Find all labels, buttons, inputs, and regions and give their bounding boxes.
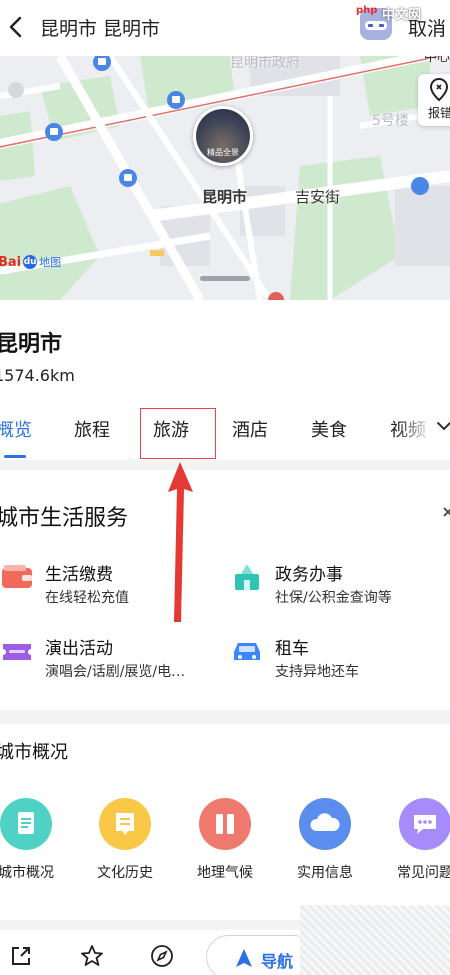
tab-itinerary[interactable]: 旅程 [74,416,110,442]
drag-handle[interactable] [200,276,250,281]
chat-icon [399,798,450,850]
search-query-title[interactable]: 昆明市 昆明市 [40,14,160,41]
compass-icon[interactable] [150,944,174,968]
map-label-street: 吉安街 [295,188,341,206]
blurred-region [300,905,450,975]
star-icon[interactable] [80,944,104,968]
map-label-city: 昆明市 [202,188,248,206]
ticket-icon [3,644,31,660]
navigation-arrow-icon [236,949,252,967]
map-label-building: 5号楼 [372,113,409,129]
overview-item-geography[interactable]: 地理气候 [180,798,270,882]
back-arrow-icon[interactable] [4,12,28,42]
top-search-bar: 昆明市 昆明市 php 中文网 取消 [0,0,450,56]
close-icon[interactable] [442,506,450,518]
report-error-button[interactable]: 报错 [418,74,450,126]
place-name: 昆明市 [0,332,63,357]
annotation-highlight-box [140,408,216,459]
baidu-map-logo: Bai du 地图 [0,254,62,270]
map-label-center: 中心 [424,56,450,65]
baidu-paw-icon: du [23,255,38,269]
share-icon[interactable] [10,945,32,967]
government-building-icon [235,564,259,590]
annotation-arrow [168,462,193,622]
panorama-photo-marker[interactable]: 精品全景 [193,106,253,166]
active-tab-indicator [4,455,26,458]
city-overview-title: 城市概况 [0,742,68,763]
city-services-title: 城市生活服务 [0,506,129,531]
overview-item-culture[interactable]: 文化历史 [80,798,170,882]
car-icon [234,643,260,660]
tabs-fade-overlay [395,412,435,448]
pause-icon [199,798,251,850]
overview-item-practical[interactable]: 实用信息 [280,798,370,882]
map-view[interactable]: 昆明市政府 5号楼 吉安街 昆明市 中心 报错 [0,56,450,300]
category-tabs: 概览 旅程 旅游 酒店 美食 视频 [0,410,450,450]
wallet-icon [2,565,32,588]
cloud-icon [299,798,351,850]
map-label-government: 昆明市政府 [230,56,300,71]
overview-item-faq[interactable]: 常见问题 [380,798,450,882]
overview-item-city[interactable]: 城市概况 [0,798,71,882]
place-distance: 1574.6km [0,366,75,385]
chevron-down-icon[interactable] [436,418,450,434]
document-icon [0,798,52,850]
book-icon [99,798,151,850]
cancel-button[interactable]: 取消 [408,14,446,41]
tab-overview[interactable]: 概览 [0,416,32,442]
tab-food[interactable]: 美食 [311,416,347,442]
tab-hotel[interactable]: 酒店 [232,416,268,442]
location-pin-icon [430,78,448,102]
map-canvas [0,56,450,300]
